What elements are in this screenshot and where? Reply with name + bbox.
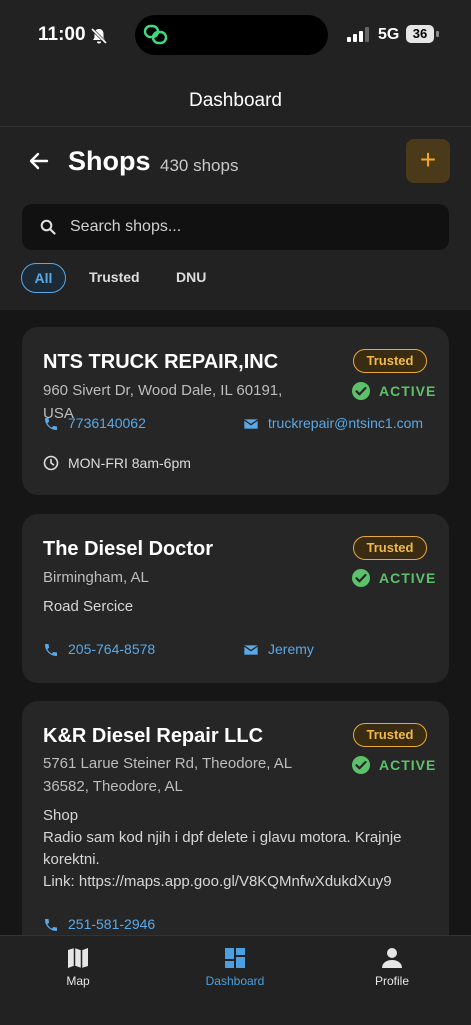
check-circle-icon [352,569,370,587]
trusted-badge: Trusted [353,349,427,373]
shop-note: Road Sercice [43,598,134,615]
shop-card[interactable]: K&R Diesel Repair LLC 5761 Larue Steiner… [22,701,449,961]
email-address[interactable]: Jeremy [268,641,314,657]
shops-header: Shops 430 shops + Search shops... All Tr… [0,127,471,310]
status-bar: 11:00 5G 36 [0,0,471,70]
shop-address: Birmingham, AL [43,569,149,586]
check-circle-icon [352,382,370,400]
battery-cap [436,31,439,37]
search-bar[interactable]: Search shops... [22,204,449,250]
phone-icon [45,418,57,430]
dynamic-island [135,15,328,55]
tab-profile-label: Profile [374,974,409,988]
trusted-badge: Trusted [353,536,427,560]
filter-all[interactable]: All [21,263,66,293]
status-text: ACTIVE [379,383,437,399]
shop-address: 5761 Larue Steiner Rd, Theodore, AL 3658… [43,755,292,795]
bell-muted-icon [90,27,108,45]
app-link-icon [143,24,168,45]
map-icon [68,948,88,968]
phone-number[interactable]: 7736140062 [68,415,146,431]
shops-count: 430 shops [160,156,239,175]
search-icon [40,219,56,235]
phone-number[interactable]: 251-581-2946 [68,916,155,932]
dashboard-icon [225,948,245,968]
status-text: ACTIVE [379,570,437,586]
page-title: Shops [68,146,151,176]
shop-name: NTS TRUCK REPAIR,INC [43,351,279,373]
filter-dnu[interactable]: DNU [176,263,206,291]
person-icon [382,948,402,968]
shop-card[interactable]: NTS TRUCK REPAIR,INC 960 Sivert Dr, Wood… [22,327,449,495]
shop-name: The Diesel Doctor [43,538,214,560]
check-circle-icon [352,756,370,774]
status-time: 11:00 [38,24,86,45]
signal-icon [347,27,369,42]
tab-dashboard-label: Dashboard [205,974,265,988]
phone-number[interactable]: 205-764-8578 [68,641,155,657]
nav-header: Dashboard [0,70,471,127]
hours-text: MON-FRI 8am-6pm [68,455,191,471]
filter-trusted[interactable]: Trusted [89,263,140,291]
phone-icon [45,919,57,931]
trusted-badge: Trusted [353,723,427,747]
bottom-tab-bar: Map Dashboard Profile [0,935,471,1025]
network-label: 5G [378,26,400,43]
back-arrow-icon[interactable] [27,149,51,173]
tab-dashboard[interactable]: Dashboard [175,946,295,988]
add-shop-button[interactable]: + [406,139,450,183]
mail-icon [243,645,259,655]
search-input[interactable]: Search shops... [70,218,181,236]
shop-note: Shop Radio sam kod njih i dpf delete i g… [43,807,402,890]
clock-icon [43,455,59,471]
status-text: ACTIVE [379,757,437,773]
tab-profile[interactable]: Profile [332,946,452,988]
nav-title: Dashboard [189,90,282,111]
tab-map-label: Map [66,974,90,988]
shop-name: K&R Diesel Repair LLC [43,725,264,747]
phone-icon [45,644,57,656]
battery-indicator: 36 [406,25,434,43]
shop-card[interactable]: The Diesel Doctor Birmingham, AL Trusted… [22,514,449,683]
tab-map[interactable]: Map [18,946,138,988]
mail-icon [243,419,259,429]
email-address[interactable]: truckrepair@ntsinc1.com [268,415,423,431]
